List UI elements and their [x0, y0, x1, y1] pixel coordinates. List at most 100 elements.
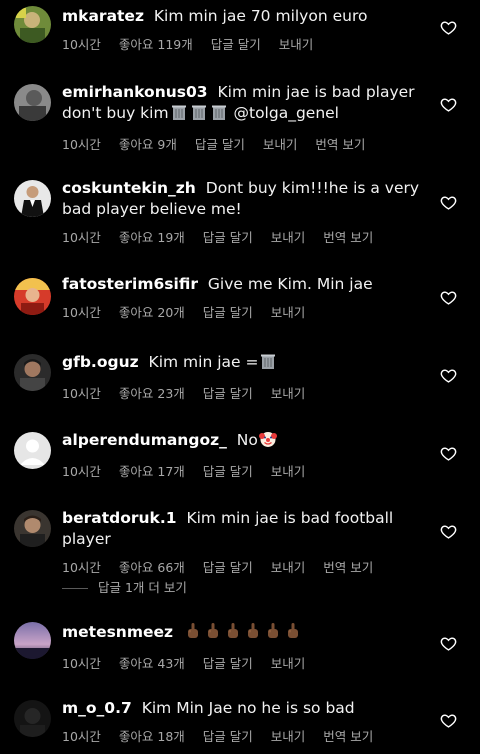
send-button[interactable]: 보내기 — [271, 302, 306, 321]
heart-outline-icon[interactable] — [440, 635, 457, 652]
comment-likes[interactable]: 좋아요 119개 — [119, 34, 193, 53]
send-button[interactable]: 보내기 — [263, 134, 298, 153]
comment-time: 10시간 — [62, 37, 101, 52]
reply-button[interactable]: 답글 달기 — [203, 227, 253, 246]
comment-username[interactable]: m_o_0.7 — [62, 699, 132, 717]
reply-button[interactable]: 답글 달기 — [211, 34, 261, 53]
avatar[interactable] — [14, 84, 51, 121]
heart-outline-icon[interactable] — [440, 523, 457, 540]
comment-content — [178, 623, 183, 641]
send-button[interactable]: 보내기 — [271, 383, 306, 402]
comment-username[interactable]: metesnmeez — [62, 623, 173, 641]
avatar[interactable] — [14, 700, 51, 737]
comment-content: Kim Min Jae no he is so bad — [136, 699, 355, 717]
view-more-replies-label: 답글 1개 더 보기 — [98, 580, 187, 595]
comment-body: beratdoruk.1 Kim min jae is bad football… — [62, 508, 422, 576]
comment-content: Give me Kim. Min jae — [202, 275, 373, 293]
comment-content: Kim min jae = — [143, 353, 259, 371]
comment-likes[interactable]: 좋아요 19개 — [119, 227, 185, 246]
comment-meta: 10시간 좋아요 43개 답글 달기 보내기 — [62, 653, 422, 672]
comment-body: emirhankonus03 Kim min jae is bad player… — [62, 82, 422, 153]
comment-body: fatosterim6sifir Give me Kim. Min jae 10… — [62, 274, 422, 321]
avatar[interactable] — [14, 6, 51, 43]
comment-likes[interactable]: 좋아요 23개 — [119, 383, 185, 402]
avatar[interactable] — [14, 510, 51, 547]
clown-icon — [258, 430, 277, 454]
heart-outline-icon[interactable] — [440, 289, 457, 306]
comment-likes[interactable]: 좋아요 18개 — [119, 726, 185, 745]
reply-button[interactable]: 답글 달기 — [203, 557, 253, 576]
middle-finger-icon — [184, 622, 202, 646]
comment-time: 10시간 — [62, 729, 101, 744]
avatar[interactable] — [14, 432, 51, 469]
comment-meta: 10시간 좋아요 23개 답글 달기 보내기 — [62, 383, 422, 402]
comment-meta: 10시간 좋아요 66개 답글 달기 보내기 번역 보기 — [62, 557, 422, 576]
heart-outline-icon[interactable] — [440, 96, 457, 113]
heart-outline-icon[interactable] — [440, 712, 457, 729]
reply-button[interactable]: 답글 달기 — [203, 653, 253, 672]
comment-meta: 10시간 좋아요 119개 답글 달기 보내기 — [62, 34, 422, 53]
reply-button[interactable]: 답글 달기 — [203, 302, 253, 321]
comment-likes[interactable]: 좋아요 9개 — [119, 134, 177, 153]
wastebasket-icon — [170, 103, 188, 127]
avatar[interactable] — [14, 180, 51, 217]
wastebasket-icon — [259, 352, 277, 376]
middle-finger-icon — [264, 622, 282, 646]
send-button[interactable]: 보내기 — [271, 726, 306, 745]
comment-likes[interactable]: 좋아요 20개 — [119, 302, 185, 321]
reply-button[interactable]: 답글 달기 — [203, 383, 253, 402]
heart-outline-icon[interactable] — [440, 445, 457, 462]
translate-button[interactable]: 번역 보기 — [323, 227, 373, 246]
comment-username[interactable]: emirhankonus03 — [62, 83, 208, 101]
middle-finger-icon — [224, 622, 242, 646]
comment-list: mkaratez Kim min jae 70 milyon euro 10시간… — [0, 0, 480, 754]
comment-text: metesnmeez — [62, 622, 422, 646]
heart-outline-icon[interactable] — [440, 194, 457, 211]
comment-text: alperendumangoz_ No — [62, 430, 422, 454]
middle-finger-icon — [204, 622, 222, 646]
middle-finger-icon — [284, 622, 302, 646]
comment-username[interactable]: fatosterim6sifir — [62, 275, 198, 293]
avatar[interactable] — [14, 354, 51, 391]
comment-username[interactable]: gfb.oguz — [62, 353, 139, 371]
comment-likes[interactable]: 좋아요 17개 — [119, 461, 185, 480]
send-button[interactable]: 보내기 — [271, 653, 306, 672]
comment-likes[interactable]: 좋아요 66개 — [119, 557, 185, 576]
heart-outline-icon[interactable] — [440, 367, 457, 384]
comment-time: 10시간 — [62, 656, 101, 671]
avatar[interactable] — [14, 622, 51, 659]
view-more-replies-button[interactable]: 답글 1개 더 보기 — [62, 577, 187, 596]
comment-meta: 10시간 좋아요 20개 답글 달기 보내기 — [62, 302, 422, 321]
wastebasket-icon — [190, 103, 208, 127]
comment-mention[interactable]: @tolga_genel — [229, 104, 339, 122]
comment-time: 10시간 — [62, 305, 101, 320]
reply-button[interactable]: 답글 달기 — [195, 134, 245, 153]
reply-button[interactable]: 답글 달기 — [203, 726, 253, 745]
wastebasket-icon — [210, 103, 228, 127]
comment-meta: 10시간 좋아요 17개 답글 달기 보내기 — [62, 461, 422, 480]
comment-username[interactable]: coskuntekin_zh — [62, 179, 196, 197]
comment-username[interactable]: mkaratez — [62, 7, 144, 25]
comment-meta: 10시간 좋아요 9개 답글 달기 보내기 번역 보기 — [62, 134, 422, 153]
comment-username[interactable]: beratdoruk.1 — [62, 509, 177, 527]
comment-text: fatosterim6sifir Give me Kim. Min jae — [62, 274, 422, 295]
comment-time: 10시간 — [62, 137, 101, 152]
send-button[interactable]: 보내기 — [279, 34, 314, 53]
send-button[interactable]: 보내기 — [271, 227, 306, 246]
send-button[interactable]: 보내기 — [271, 557, 306, 576]
comment-content: Kim min jae 70 milyon euro — [148, 7, 368, 25]
translate-button[interactable]: 번역 보기 — [315, 134, 365, 153]
reply-button[interactable]: 답글 달기 — [203, 461, 253, 480]
avatar[interactable] — [14, 278, 51, 315]
translate-button[interactable]: 번역 보기 — [323, 726, 373, 745]
translate-button[interactable]: 번역 보기 — [323, 557, 373, 576]
send-button[interactable]: 보내기 — [271, 461, 306, 480]
comment-likes[interactable]: 좋아요 43개 — [119, 653, 185, 672]
heart-outline-icon[interactable] — [440, 19, 457, 36]
comment-username[interactable]: alperendumangoz_ — [62, 431, 227, 449]
comment-text: mkaratez Kim min jae 70 milyon euro — [62, 6, 422, 27]
comment-body: alperendumangoz_ No 10시간 좋아요 17개 답글 달기 보내기 — [62, 430, 422, 480]
comment-text: m_o_0.7 Kim Min Jae no he is so bad — [62, 698, 422, 719]
comment-body: metesnmeez 10시간 좋아요 43개 답글 달기 보내기 — [62, 622, 422, 672]
comment-body: coskuntekin_zh Dont buy kim!!!he is a ve… — [62, 178, 422, 246]
